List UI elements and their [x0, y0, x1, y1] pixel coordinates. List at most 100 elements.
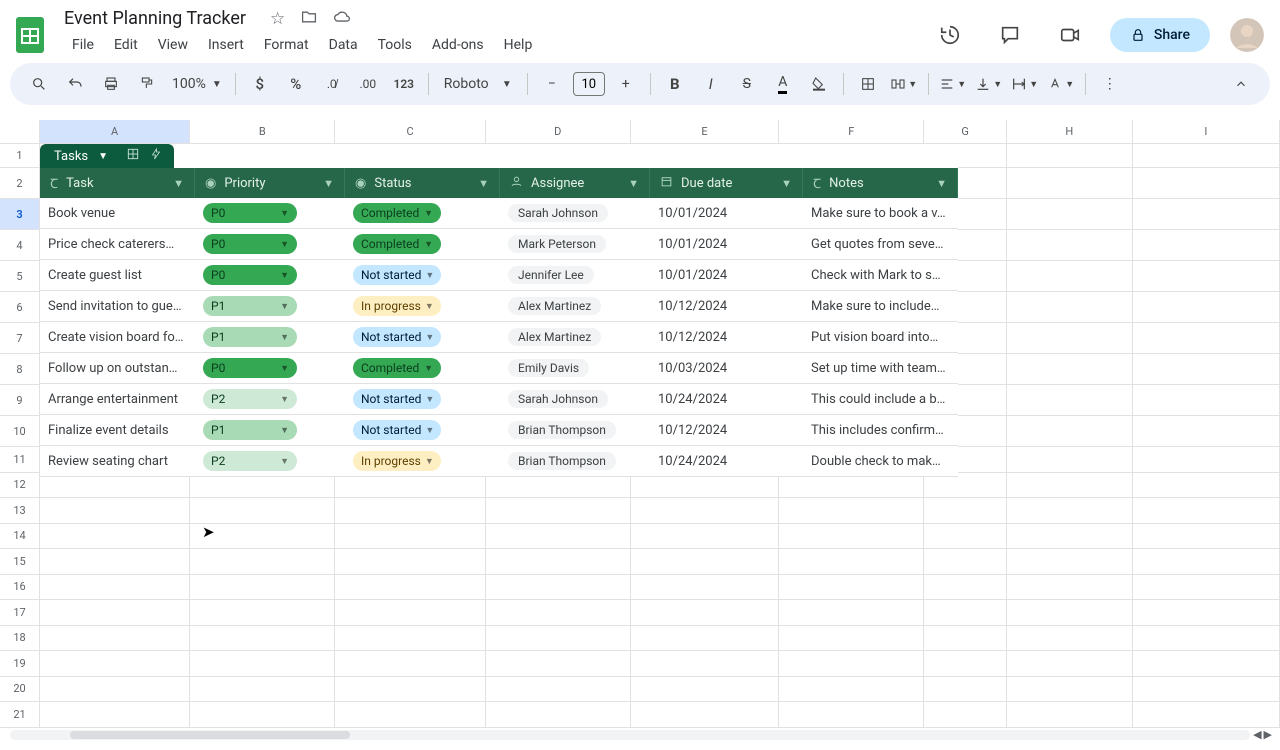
row-header-6[interactable]: 6 — [0, 292, 40, 323]
italic-icon[interactable]: I — [696, 69, 726, 99]
text-rotation-icon[interactable]: ▼ — [1046, 69, 1076, 99]
cell-status[interactable]: Not started▼ — [345, 327, 500, 347]
meet-icon[interactable] — [1050, 15, 1090, 55]
percent-icon[interactable]: % — [281, 69, 311, 99]
cell-priority[interactable]: P0▼ — [195, 203, 345, 223]
cell-status[interactable]: Completed▼ — [345, 234, 500, 254]
collapse-toolbar-icon[interactable] — [1226, 69, 1256, 99]
cell-priority[interactable]: P1▼ — [195, 420, 345, 440]
cell-priority[interactable]: P0▼ — [195, 358, 345, 378]
table-row[interactable]: Finalize event detailsP1▼Not started▼Bri… — [40, 415, 958, 446]
menu-file[interactable]: File — [64, 33, 102, 57]
bold-icon[interactable]: B — [660, 69, 690, 99]
table-row[interactable]: Price check caterers…P0▼Completed▼Mark P… — [40, 229, 958, 260]
cloud-icon[interactable] — [333, 9, 351, 29]
cell-duedate[interactable]: 10/24/2024 — [650, 392, 803, 407]
select-all-corner[interactable] — [0, 120, 40, 144]
row-header-11[interactable]: 11 — [0, 447, 40, 473]
col-header-H[interactable]: H — [1007, 120, 1133, 144]
vertical-align-icon[interactable]: ▼ — [974, 69, 1004, 99]
cell-assignee[interactable]: Jennifer Lee — [500, 266, 650, 284]
row-header-21[interactable]: 21 — [0, 702, 40, 728]
decrease-decimal-icon[interactable]: .0̸ — [317, 69, 347, 99]
cell-notes[interactable]: Make sure to include… — [803, 299, 958, 314]
row-header-13[interactable]: 13 — [0, 498, 40, 524]
col-header-G[interactable]: G — [924, 120, 1006, 144]
row-header-3[interactable]: 3 — [0, 199, 40, 230]
col-header-B[interactable]: B — [190, 120, 335, 144]
row-header-14[interactable]: 14 — [0, 524, 40, 550]
cell-status[interactable]: Not started▼ — [345, 389, 500, 409]
cell-assignee[interactable]: Alex Martinez — [500, 328, 650, 346]
decrease-font-icon[interactable]: − — [537, 69, 567, 99]
print-icon[interactable] — [96, 69, 126, 99]
row-header-15[interactable]: 15 — [0, 549, 40, 575]
cell-duedate[interactable]: 10/12/2024 — [650, 299, 803, 314]
merge-cells-icon[interactable]: ▼ — [889, 69, 919, 99]
row-header-12[interactable]: 12 — [0, 473, 40, 499]
row-header-10[interactable]: 10 — [0, 416, 40, 447]
menu-addons[interactable]: Add-ons — [424, 33, 492, 57]
font-size-input[interactable]: 10 — [573, 72, 605, 96]
cell-duedate[interactable]: 10/03/2024 — [650, 361, 803, 376]
cell-status[interactable]: Completed▼ — [345, 358, 500, 378]
cell-task[interactable]: Send invitation to gue… — [40, 299, 195, 314]
cell-status[interactable]: Completed▼ — [345, 203, 500, 223]
increase-font-icon[interactable]: + — [611, 69, 641, 99]
table-col-status[interactable]: ◉Status▼ — [345, 168, 500, 198]
cell-notes[interactable]: Get quotes from seve… — [803, 237, 958, 252]
row-header-8[interactable]: 8 — [0, 354, 40, 385]
table-tab[interactable]: Tasks ▼ — [40, 144, 174, 168]
table-row[interactable]: Send invitation to gue…P1▼In progress▼Al… — [40, 291, 958, 322]
cell-priority[interactable]: P0▼ — [195, 265, 345, 285]
col-header-C[interactable]: C — [335, 120, 485, 144]
text-color-icon[interactable]: A — [768, 69, 798, 99]
table-row[interactable]: Create vision board fo…P1▼Not started▼Al… — [40, 322, 958, 353]
currency-icon[interactable]: $ — [245, 69, 275, 99]
cell-task[interactable]: Arrange entertainment — [40, 392, 195, 407]
cell-priority[interactable]: P0▼ — [195, 234, 345, 254]
cell-duedate[interactable]: 10/01/2024 — [650, 237, 803, 252]
undo-icon[interactable] — [60, 69, 90, 99]
cell-duedate[interactable]: 10/12/2024 — [650, 330, 803, 345]
user-avatar[interactable] — [1230, 18, 1264, 52]
menu-view[interactable]: View — [150, 33, 196, 57]
table-row[interactable]: Follow up on outstan…P0▼Completed▼Emily … — [40, 353, 958, 384]
table-col-assignee[interactable]: Assignee▼ — [500, 168, 650, 198]
increase-decimal-icon[interactable]: .00 — [353, 69, 383, 99]
col-header-I[interactable]: I — [1133, 120, 1280, 144]
cell-task[interactable]: Book venue — [40, 206, 195, 221]
cell-assignee[interactable]: Emily Davis — [500, 359, 650, 377]
row-header-5[interactable]: 5 — [0, 261, 40, 292]
menu-help[interactable]: Help — [496, 33, 541, 57]
cell-assignee[interactable]: Mark Peterson — [500, 235, 650, 253]
cell-priority[interactable]: P2▼ — [195, 389, 345, 409]
cell-duedate[interactable]: 10/01/2024 — [650, 206, 803, 221]
row-header-19[interactable]: 19 — [0, 651, 40, 677]
cell-assignee[interactable]: Brian Thompson — [500, 421, 650, 439]
zoom-select[interactable]: 100% ▼ — [168, 76, 226, 92]
row-header-20[interactable]: 20 — [0, 677, 40, 703]
cell-priority[interactable]: P2▼ — [195, 451, 345, 471]
cell-notes[interactable]: Set up time with team… — [803, 361, 958, 376]
table-grid-icon[interactable] — [126, 147, 140, 165]
menu-tools[interactable]: Tools — [370, 33, 420, 57]
more-icon[interactable]: ⋮ — [1095, 69, 1125, 99]
strikethrough-icon[interactable]: S — [732, 69, 762, 99]
font-select[interactable]: Roboto▼ — [438, 76, 518, 92]
table-row[interactable]: Arrange entertainmentP2▼Not started▼Sara… — [40, 384, 958, 415]
menu-format[interactable]: Format — [256, 33, 317, 57]
paint-format-icon[interactable] — [132, 69, 162, 99]
menu-insert[interactable]: Insert — [200, 33, 252, 57]
cell-duedate[interactable]: 10/12/2024 — [650, 423, 803, 438]
cell-assignee[interactable]: Sarah Johnson — [500, 204, 650, 222]
cell-duedate[interactable]: 10/24/2024 — [650, 454, 803, 469]
cell-status[interactable]: In progress▼ — [345, 451, 500, 471]
star-icon[interactable]: ☆ — [270, 9, 285, 29]
cell-assignee[interactable]: Brian Thompson — [500, 452, 650, 470]
cell-priority[interactable]: P1▼ — [195, 296, 345, 316]
table-row[interactable]: Review seating chartP2▼In progress▼Brian… — [40, 446, 958, 477]
col-header-E[interactable]: E — [631, 120, 779, 144]
cell-task[interactable]: Price check caterers… — [40, 237, 195, 252]
row-header-17[interactable]: 17 — [0, 600, 40, 626]
